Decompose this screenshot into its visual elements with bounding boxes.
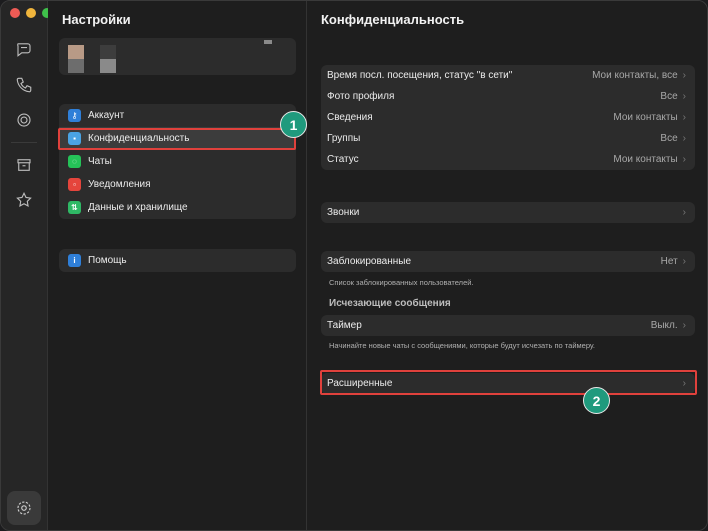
- chats-icon[interactable]: [13, 38, 35, 60]
- step-badge-2: 2: [583, 387, 610, 414]
- row-blocked[interactable]: Заблокированные Нет ›: [321, 251, 695, 272]
- timer-group: Таймер Выкл. ›: [321, 315, 695, 336]
- menu-item-notifications[interactable]: ▫ Уведомления: [59, 173, 296, 196]
- app-window: Настройки ⚷ Аккаунт ▪ Конфиденциальность…: [0, 0, 708, 531]
- settings-sidebar: Настройки ⚷ Аккаунт ▪ Конфиденциальность…: [48, 1, 307, 530]
- chevron-right-icon: ›: [682, 256, 686, 267]
- disappearing-title: Исчезающие сообщения: [329, 298, 451, 309]
- step-badge-1: 1: [280, 111, 307, 138]
- rail-divider: [11, 142, 37, 143]
- sidebar-title: Настройки: [62, 12, 131, 27]
- blocked-group: Заблокированные Нет ›: [321, 251, 695, 272]
- menu-item-chats[interactable]: ◌ Чаты: [59, 150, 296, 173]
- menu-item-data-storage[interactable]: ⇅ Данные и хранилище: [59, 196, 296, 219]
- bell-icon: ▫: [68, 178, 81, 191]
- chevron-right-icon: ›: [682, 70, 686, 81]
- chevron-right-icon: ›: [682, 91, 686, 102]
- nav-rail: [1, 1, 52, 530]
- row-profile-photo[interactable]: Фото профиля Все ›: [321, 86, 695, 107]
- key-icon: ⚷: [68, 109, 81, 122]
- row-status[interactable]: Статус Мои контакты ›: [321, 149, 695, 170]
- calls-group: Звонки ›: [321, 202, 695, 223]
- chevron-right-icon: ›: [682, 133, 686, 144]
- calls-icon[interactable]: [13, 74, 35, 96]
- timer-note: Начинайте новые чаты с сообщениями, кото…: [329, 341, 596, 350]
- arrows-icon: ⇅: [68, 201, 81, 214]
- chevron-right-icon: ›: [682, 320, 686, 331]
- avatar: [68, 45, 84, 59]
- privacy-panel: Конфиденциальность Время посл. посещения…: [308, 1, 707, 530]
- highlight-privacy: [58, 128, 296, 150]
- minimize-window-button[interactable]: [26, 8, 36, 18]
- archive-icon[interactable]: [13, 154, 35, 176]
- row-timer[interactable]: Таймер Выкл. ›: [321, 315, 695, 336]
- whatsapp-icon: ◌: [68, 155, 81, 168]
- chevron-right-icon: ›: [682, 112, 686, 123]
- privacy-settings-group: Время посл. посещения, статус "в сети" М…: [321, 65, 695, 170]
- chevron-right-icon: ›: [682, 207, 686, 218]
- settings-rail-button[interactable]: [7, 491, 41, 525]
- info-icon: i: [68, 254, 81, 267]
- menu-item-account[interactable]: ⚷ Аккаунт: [59, 104, 296, 127]
- highlight-advanced: [320, 370, 697, 395]
- profile-card[interactable]: [59, 38, 296, 75]
- star-icon[interactable]: [13, 189, 35, 211]
- status-icon[interactable]: [13, 109, 35, 131]
- window-controls: [10, 8, 52, 18]
- chevron-right-icon: ›: [682, 154, 686, 165]
- panel-title: Конфиденциальность: [321, 12, 465, 27]
- help-menu: i Помощь: [59, 249, 296, 272]
- close-window-button[interactable]: [10, 8, 20, 18]
- settings-menu: ⚷ Аккаунт ▪ Конфиденциальность ◌ Чаты ▫ …: [59, 104, 296, 219]
- menu-item-help[interactable]: i Помощь: [59, 249, 296, 272]
- row-groups[interactable]: Группы Все ›: [321, 128, 695, 149]
- blocked-note: Список заблокированных пользователей.: [329, 278, 474, 287]
- row-calls[interactable]: Звонки ›: [321, 202, 695, 223]
- row-about[interactable]: Сведения Мои контакты ›: [321, 107, 695, 128]
- gear-icon: [17, 501, 31, 515]
- row-last-seen[interactable]: Время посл. посещения, статус "в сети" М…: [321, 65, 695, 86]
